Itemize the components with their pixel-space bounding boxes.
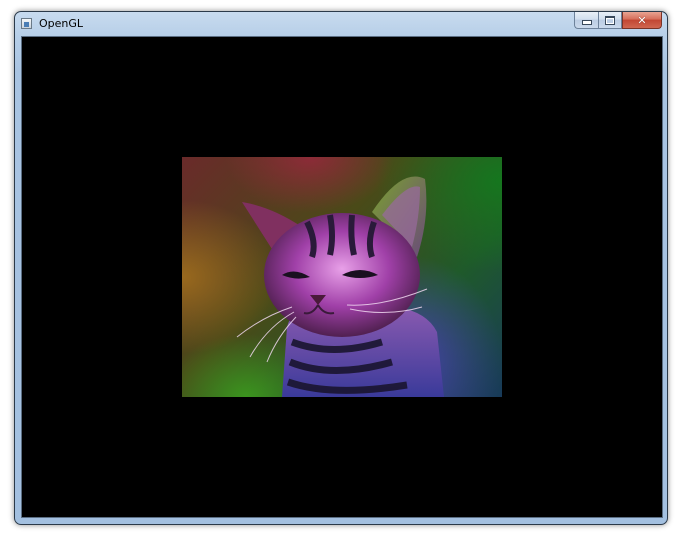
close-icon: ✕ — [637, 13, 647, 27]
caption-buttons: ✕ — [574, 12, 662, 29]
close-button[interactable]: ✕ — [622, 12, 662, 29]
opengl-viewport[interactable] — [21, 36, 663, 518]
minimize-button[interactable] — [574, 12, 598, 29]
opengl-window: OpenGL ✕ — [14, 11, 668, 525]
maximize-button[interactable] — [598, 12, 622, 29]
app-window-icon[interactable] — [21, 18, 32, 29]
maximize-icon — [605, 15, 615, 25]
title-bar[interactable]: OpenGL ✕ — [15, 12, 667, 36]
window-title: OpenGL — [39, 17, 84, 30]
minimize-icon — [581, 20, 592, 25]
kitten-photo-texture — [236, 176, 444, 397]
textured-quad — [182, 157, 502, 397]
